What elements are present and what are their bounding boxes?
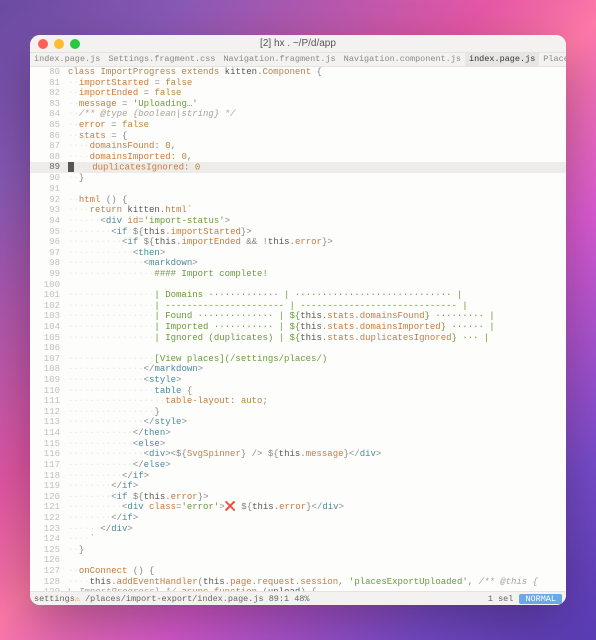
- tab-index-active[interactable]: index.page.js: [465, 53, 539, 66]
- tab-bar: index.page.js Settings.fragment.css Navi…: [30, 53, 566, 67]
- status-path: /places/import-export/index.page.js: [85, 594, 264, 604]
- terminal-window: [2] hx . ~/P/d/app index.page.js Setting…: [30, 35, 566, 605]
- status-pct: 48%: [294, 594, 309, 604]
- traffic-lights: [38, 39, 80, 49]
- minimize-icon[interactable]: [54, 39, 64, 49]
- editor-mode: NORMAL: [519, 594, 562, 604]
- tab-settings-css[interactable]: Settings.fragment.css: [104, 53, 219, 66]
- tab-nav-component[interactable]: Navigation.component.js: [340, 53, 465, 66]
- maximize-icon[interactable]: [70, 39, 80, 49]
- status-pos: 89:1: [269, 594, 289, 604]
- tab-index-1[interactable]: index.page.js: [30, 53, 104, 66]
- tab-nav-fragment[interactable]: Navigation.fragment.js: [219, 53, 339, 66]
- status-prefix: settings: [34, 594, 75, 604]
- close-icon[interactable]: [38, 39, 48, 49]
- window-title: [2] hx . ~/P/d/app: [30, 38, 566, 49]
- titlebar: [2] hx . ~/P/d/app: [30, 35, 566, 53]
- warning-icon: ⚠: [75, 594, 80, 604]
- line-number: 80: [30, 67, 68, 78]
- cursor: [68, 162, 74, 172]
- editor-area[interactable]: 80class ImportProgress extends kitten.Co…: [30, 67, 566, 591]
- tab-place[interactable]: Place: [539, 53, 566, 66]
- status-sel: 1 sel: [488, 594, 514, 604]
- status-bar: settings⚠ /places/import-export/index.pa…: [30, 591, 566, 605]
- current-line: 89···duplicatesIgnored: 0: [30, 162, 566, 173]
